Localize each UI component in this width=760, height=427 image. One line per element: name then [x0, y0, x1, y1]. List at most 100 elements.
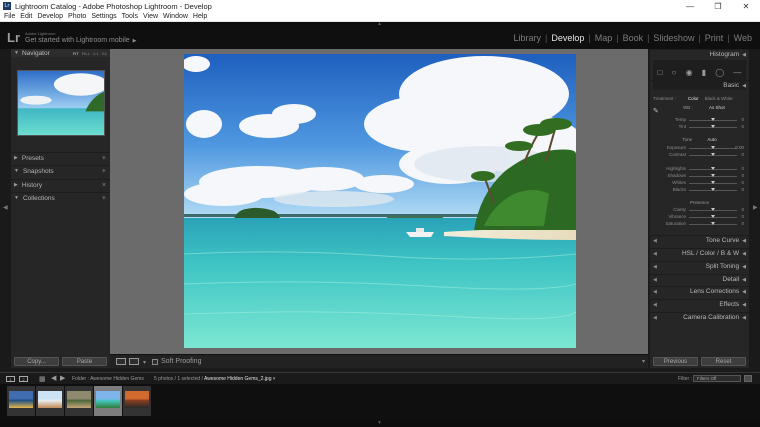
right-panel-toggle[interactable]: ▶ [749, 49, 760, 368]
thumb-2[interactable] [38, 391, 62, 408]
slider-saturation[interactable]: Saturation 0 [653, 221, 746, 227]
filter-dropdown[interactable]: Filters Off [693, 375, 741, 382]
snapshots-panel-header[interactable]: ▼ Snapshots + [11, 165, 110, 176]
soft-proofing-checkbox[interactable] [152, 359, 158, 365]
slider-value[interactable]: 0 [741, 187, 744, 192]
crop-tool-icon[interactable]: □ [658, 68, 663, 77]
graduated-filter-icon[interactable]: ▮ [702, 68, 706, 77]
slider-thumb[interactable] [711, 153, 715, 156]
slider-highlights[interactable]: Highlights 0 [653, 166, 746, 172]
clear-history-icon[interactable]: × [102, 182, 106, 189]
slider-temp[interactable]: Temp 0 [653, 117, 746, 123]
menu-develop[interactable]: Develop [37, 13, 63, 20]
filmstrip-cell[interactable] [94, 386, 122, 416]
menu-edit[interactable]: Edit [20, 13, 32, 20]
loupe-view-icon[interactable] [116, 358, 126, 365]
get-started-link[interactable]: Get started with Lightroom mobile ▶ [25, 37, 137, 44]
module-print[interactable]: Print [702, 33, 727, 43]
filmstrip-cell[interactable] [7, 386, 35, 416]
slider-thumb[interactable] [711, 167, 715, 170]
slider-thumb[interactable] [711, 181, 715, 184]
detail-panel-header[interactable]: ◀ Detail ◀ [650, 274, 749, 284]
effects-panel-header[interactable]: ◀ Effects ◀ [650, 299, 749, 309]
left-panel-toggle[interactable]: ◀ [0, 49, 11, 368]
add-preset-icon[interactable]: + [102, 155, 106, 162]
slider-thumb[interactable] [711, 174, 715, 177]
photo-canvas[interactable] [110, 49, 648, 354]
folder-breadcrumb[interactable]: Folder : Awesome Hidden Gems [72, 376, 144, 382]
slider-tint[interactable]: Tint 0 [653, 124, 746, 130]
reset-button[interactable]: Reset [701, 357, 746, 366]
slider-thumb[interactable] [711, 118, 715, 121]
histogram-panel-header[interactable]: Histogram ◀ [650, 49, 749, 59]
paste-button[interactable]: Paste [62, 357, 107, 366]
menu-tools[interactable]: Tools [122, 13, 138, 20]
before-after-view-icon[interactable] [129, 358, 139, 365]
menu-photo[interactable]: Photo [68, 13, 86, 20]
spot-removal-tool-icon[interactable]: ○ [672, 68, 677, 77]
slider-thumb[interactable] [711, 188, 715, 191]
minimize-icon[interactable]: — [676, 0, 704, 12]
thumb-3[interactable] [67, 391, 91, 408]
slider-value[interactable]: 0 [741, 221, 744, 226]
slider-value[interactable]: 0 [741, 152, 744, 157]
module-book[interactable]: Book [620, 33, 647, 43]
slider-value[interactable]: 0 [741, 166, 744, 171]
thumb-1[interactable] [9, 391, 33, 408]
red-eye-tool-icon[interactable]: ◉ [686, 68, 693, 77]
radial-filter-icon[interactable]: ◯ [715, 68, 724, 77]
auto-tone-button[interactable]: Auto [707, 137, 716, 142]
camera-calibration-panel-header[interactable]: ◀ Camera Calibration ◀ [650, 312, 749, 322]
thumb-5[interactable] [125, 391, 149, 408]
close-icon[interactable]: ✕ [732, 0, 760, 12]
hsl-panel-header[interactable]: ◀ HSL / Color / B & W ◀ [650, 248, 749, 258]
before-after-dropdown-icon[interactable]: ▾ [143, 359, 146, 366]
wb-dropdown[interactable]: As Shot [709, 105, 725, 110]
menu-view[interactable]: View [143, 13, 158, 20]
thumb-4[interactable] [96, 391, 120, 408]
slider-value[interactable]: 0 [741, 214, 744, 219]
grid-view-icon[interactable]: ▦ [39, 375, 46, 383]
slider-thumb[interactable] [711, 215, 715, 218]
module-develop[interactable]: Develop [548, 33, 587, 43]
filmstrip-cell[interactable] [36, 386, 64, 416]
module-slideshow[interactable]: Slideshow [650, 33, 697, 43]
slider-blacks[interactable]: Blacks 0 [653, 187, 746, 193]
slider-value[interactable]: 0 [741, 180, 744, 185]
slider-thumb[interactable] [711, 125, 715, 128]
zoom-1-1[interactable]: 1:1 [93, 51, 99, 56]
slider-thumb[interactable] [711, 208, 715, 211]
navigator-preview[interactable] [17, 70, 105, 136]
history-panel-header[interactable]: ▶ History × [11, 179, 110, 190]
presets-panel-header[interactable]: ▶ Presets + [11, 152, 110, 163]
zoom-fill[interactable]: FILL [82, 51, 90, 56]
module-library[interactable]: Library [510, 33, 544, 43]
basic-panel-header[interactable]: Basic ◀ [650, 80, 749, 90]
main-photo[interactable] [184, 54, 576, 348]
slider-clarity[interactable]: Clarity 0 [653, 207, 746, 213]
bottom-panel-toggle[interactable]: ▼ [0, 420, 760, 427]
filmstrip-cell[interactable] [123, 386, 151, 416]
slider-thumb[interactable] [711, 222, 715, 225]
toolbar-menu-icon[interactable]: ▾ [642, 358, 645, 365]
previous-button[interactable]: Previous [653, 357, 698, 366]
second-window-monitor-icon[interactable]: 2 [19, 376, 28, 382]
main-window-monitor-icon[interactable]: 1 [6, 376, 15, 382]
adjustment-brush-icon[interactable]: — [733, 68, 741, 77]
forward-arrow-icon[interactable]: ▶ [60, 374, 65, 382]
slider-vibrance[interactable]: Vibrance 0 [653, 214, 746, 220]
filename-dropdown-icon[interactable]: ▾ [273, 376, 276, 382]
back-arrow-icon[interactable]: ◀ [51, 374, 56, 382]
slider-value[interactable]: 0 [741, 207, 744, 212]
tone-curve-panel-header[interactable]: ◀ Tone Curve ◀ [650, 235, 749, 245]
zoom-fit[interactable]: FIT [73, 51, 79, 56]
slider-value[interactable]: 0.00 [735, 145, 744, 150]
menu-file[interactable]: File [4, 13, 15, 20]
module-web[interactable]: Web [731, 33, 755, 43]
add-collection-icon[interactable]: + [102, 195, 106, 202]
split-toning-panel-header[interactable]: ◀ Split Toning ◀ [650, 261, 749, 271]
menu-settings[interactable]: Settings [91, 13, 116, 20]
collections-panel-header[interactable]: ▼ Collections + [11, 192, 110, 203]
slider-value[interactable]: 0 [741, 173, 744, 178]
maximize-icon[interactable]: ❐ [704, 0, 732, 12]
